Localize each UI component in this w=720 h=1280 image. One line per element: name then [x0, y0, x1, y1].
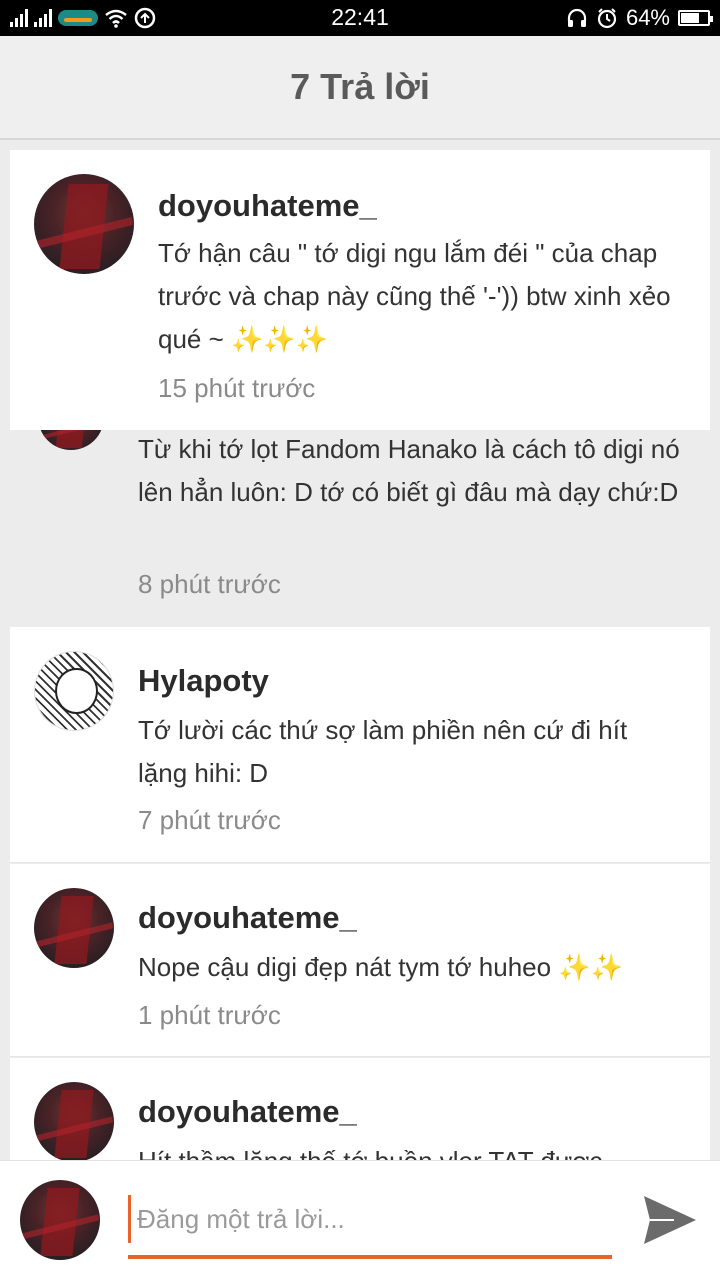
- avatar: [20, 1180, 100, 1260]
- comment-text: Từ khi tớ lọt Fandom Hanako là cách tô d…: [138, 434, 680, 507]
- reply-input[interactable]: [128, 1195, 612, 1243]
- input-underline: [128, 1255, 612, 1259]
- header: 7 Trả lời: [0, 36, 720, 140]
- headset-icon: [567, 8, 587, 27]
- comment-time: 15 phút trước: [158, 373, 316, 403]
- page-title: 7 Trả lời: [290, 66, 430, 107]
- comment-text: Tớ hận câu " tớ digi ngu lắm đéi " của c…: [158, 238, 671, 354]
- send-icon: [644, 1196, 696, 1244]
- comment-time: 8 phút trước: [138, 569, 281, 599]
- comment-card[interactable]: doyouhateme_ Tớ hận câu " tớ digi ngu lắ…: [10, 150, 710, 430]
- comment-time: 1 phút trước: [138, 1000, 281, 1030]
- status-bar: 22:41 64%: [0, 0, 720, 36]
- battery-percent: 64%: [625, 5, 670, 30]
- battery-icon: [678, 10, 713, 26]
- comment-text: Hít thầm lặng thế tớ buồn vler TAT được: [138, 1140, 698, 1160]
- comment-username[interactable]: doyouhateme_: [138, 1094, 357, 1130]
- comment-text: Nope cậu digi đẹp nát tym tớ huheo ✨✨: [138, 952, 624, 982]
- comment-username[interactable]: doyouhateme_: [158, 188, 377, 224]
- avatar[interactable]: [34, 174, 134, 274]
- avatar[interactable]: [34, 1082, 114, 1160]
- comment-time: 7 phút trước: [138, 805, 281, 835]
- comment-username[interactable]: Hylapoty: [138, 663, 269, 699]
- comment-card[interactable]: doyouhateme_ Hít thầm lặng thế tớ buồn v…: [10, 1058, 710, 1160]
- avatar[interactable]: [34, 651, 114, 731]
- comment-card[interactable]: doyouhateme_ Nope cậu digi đẹp nát tym t…: [10, 864, 710, 1057]
- send-button[interactable]: [640, 1190, 700, 1250]
- comment-card[interactable]: Hylapoty Tớ lười các thứ sợ làm phiền nê…: [10, 627, 710, 863]
- comment-username[interactable]: doyouhateme_: [138, 900, 357, 936]
- alarm-icon: [597, 8, 617, 29]
- comment-text: Tớ lười các thứ sợ làm phiền nên cứ đi h…: [138, 715, 628, 788]
- avatar[interactable]: [34, 888, 114, 968]
